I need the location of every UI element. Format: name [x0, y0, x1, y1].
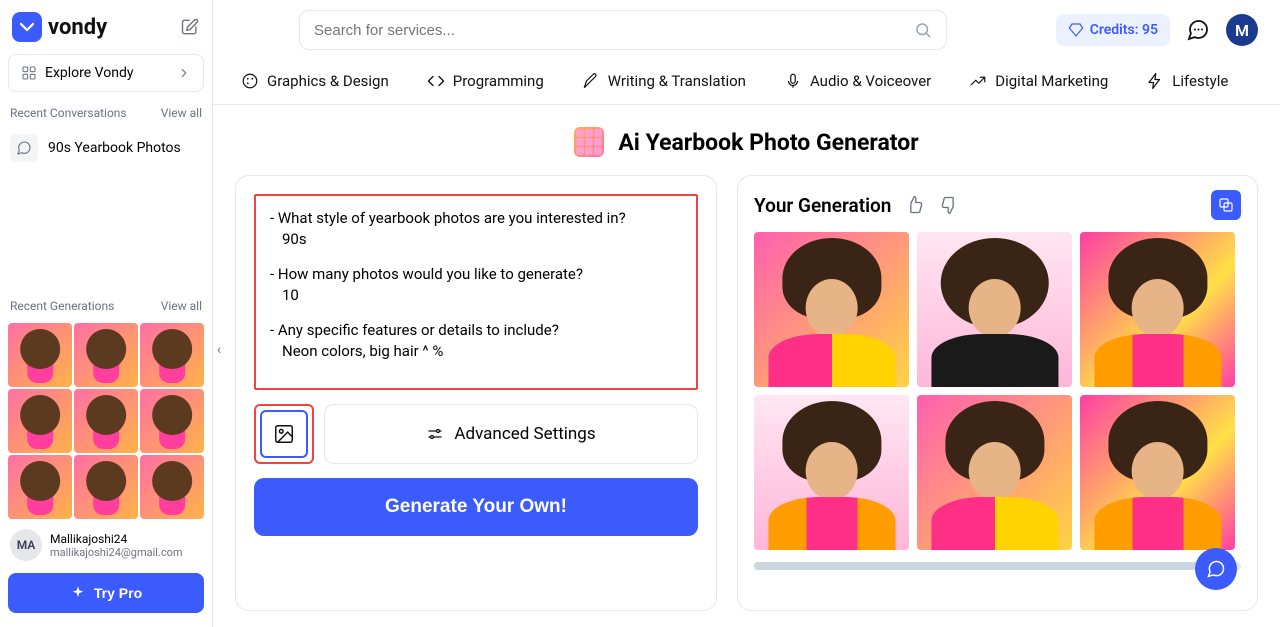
try-pro-label: Try Pro: [94, 585, 142, 601]
thumbs-down-icon[interactable]: [939, 195, 959, 215]
tab-label: Audio & Voiceover: [810, 72, 931, 90]
prompt-line: 90s: [270, 229, 682, 250]
account-avatar[interactable]: M: [1226, 14, 1258, 46]
result-image[interactable]: [1080, 232, 1235, 387]
pen-icon: [582, 72, 600, 90]
diamond-icon: [1068, 22, 1084, 38]
user-profile[interactable]: MA Mallikajoshi24 mallikajoshi24@gmail.c…: [6, 521, 206, 569]
sliders-icon: [426, 425, 444, 443]
user-name: Mallikajoshi24: [50, 532, 183, 546]
tab-lifestyle[interactable]: Lifestyle: [1146, 72, 1228, 90]
try-pro-button[interactable]: Try Pro: [8, 573, 204, 613]
page-title: Ai Yearbook Photo Generator: [618, 129, 918, 156]
generation-thumb[interactable]: [74, 389, 138, 453]
chat-fab[interactable]: [1195, 548, 1237, 590]
user-email: mallikajoshi24@gmail.com: [50, 546, 183, 559]
result-image[interactable]: [1080, 395, 1235, 550]
tab-digital-marketing[interactable]: Digital Marketing: [969, 72, 1108, 90]
messages-icon[interactable]: [1186, 18, 1210, 42]
explore-vondy-button[interactable]: Explore Vondy: [8, 54, 204, 92]
generation-title: Your Generation: [754, 194, 891, 217]
main-content: ‹ Credits: 95 M Graphics & Design: [213, 0, 1280, 627]
generation-card: Your Generation: [737, 175, 1258, 611]
category-tabs: Graphics & Design Programming Writing & …: [213, 50, 1280, 105]
prompt-text-area[interactable]: - What style of yearbook photos are you …: [254, 194, 698, 390]
image-upload-button[interactable]: [254, 404, 314, 464]
tab-label: Writing & Translation: [608, 72, 746, 90]
conversation-item[interactable]: 90s Yearbook Photos: [6, 128, 206, 168]
generation-thumb[interactable]: [140, 455, 204, 519]
copy-button[interactable]: [1211, 190, 1241, 220]
credits-label: Credits: 95: [1090, 22, 1158, 38]
code-icon: [427, 72, 445, 90]
horizontal-scrollbar[interactable]: [754, 562, 1241, 570]
generate-button[interactable]: Generate Your Own!: [254, 478, 698, 536]
tab-audio-voiceover[interactable]: Audio & Voiceover: [784, 72, 931, 90]
view-all-conversations-link[interactable]: View all: [161, 106, 202, 120]
generation-thumb[interactable]: [8, 455, 72, 519]
prompt-line: - How many photos would you like to gene…: [270, 264, 682, 285]
tab-programming[interactable]: Programming: [427, 72, 544, 90]
service-icon: [574, 127, 604, 157]
tab-label: Programming: [453, 72, 544, 90]
recent-generations-grid: [6, 321, 206, 521]
grid-icon: [21, 65, 37, 81]
brand-logo[interactable]: vondy: [12, 12, 107, 42]
explore-label: Explore Vondy: [45, 65, 134, 81]
recent-generations-heading: Recent Generations: [10, 299, 114, 313]
palette-icon: [241, 72, 259, 90]
copy-icon: [1218, 197, 1234, 213]
generation-thumb[interactable]: [8, 389, 72, 453]
tab-label: Lifestyle: [1172, 72, 1228, 90]
advanced-settings-button[interactable]: Advanced Settings: [324, 404, 698, 464]
generation-thumb[interactable]: [140, 323, 204, 387]
sparkle-icon: [70, 585, 86, 601]
generation-thumb[interactable]: [140, 389, 204, 453]
thumbs-up-icon[interactable]: [905, 195, 925, 215]
result-image[interactable]: [917, 395, 1072, 550]
tab-writing-translation[interactable]: Writing & Translation: [582, 72, 746, 90]
brand-name: vondy: [48, 15, 107, 40]
recent-conversations-heading: Recent Conversations: [10, 106, 127, 120]
conversation-label: 90s Yearbook Photos: [48, 140, 181, 156]
chat-icon: [10, 134, 38, 162]
tab-graphics-design[interactable]: Graphics & Design: [241, 72, 389, 90]
sidebar-collapse-handle[interactable]: ‹: [212, 338, 226, 362]
logo-mark-icon: [12, 12, 42, 42]
mic-icon: [784, 72, 802, 90]
prompt-line: Neon colors, big hair ^ %: [270, 341, 682, 362]
credits-badge[interactable]: Credits: 95: [1056, 14, 1170, 46]
compose-icon[interactable]: [180, 17, 200, 37]
tab-label: Graphics & Design: [267, 72, 389, 90]
bolt-icon: [1146, 72, 1164, 90]
generation-thumb[interactable]: [8, 323, 72, 387]
result-image[interactable]: [754, 232, 909, 387]
image-icon: [273, 423, 295, 445]
prompt-line: - What style of yearbook photos are you …: [270, 208, 682, 229]
generation-thumb[interactable]: [74, 455, 138, 519]
chevron-right-icon: [177, 66, 191, 80]
advanced-settings-label: Advanced Settings: [454, 424, 595, 444]
chat-bubble-icon: [1206, 559, 1226, 579]
trend-icon: [969, 72, 987, 90]
generate-label: Generate Your Own!: [385, 496, 567, 517]
sidebar: vondy Explore Vondy Recent Conversations…: [0, 0, 213, 627]
search-bar[interactable]: [299, 10, 947, 50]
view-all-generations-link[interactable]: View all: [161, 299, 202, 313]
prompt-line: 10: [270, 285, 682, 306]
tab-label: Digital Marketing: [995, 72, 1108, 90]
prompt-line: - Any specific features or details to in…: [270, 320, 682, 341]
prompt-card: - What style of yearbook photos are you …: [235, 175, 717, 611]
generation-thumb[interactable]: [74, 323, 138, 387]
generation-results-grid: [754, 232, 1241, 554]
user-avatar: MA: [10, 529, 42, 561]
result-image[interactable]: [754, 395, 909, 550]
search-input[interactable]: [314, 22, 906, 39]
result-image[interactable]: [917, 232, 1072, 387]
search-icon: [914, 21, 932, 39]
